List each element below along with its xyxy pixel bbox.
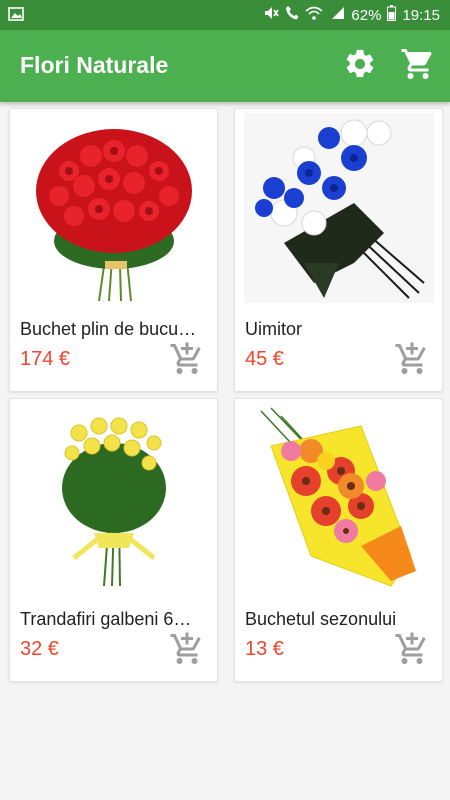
gear-icon (343, 47, 377, 86)
add-to-cart-button[interactable] (394, 631, 430, 667)
product-card[interactable]: Buchet plin de bucu… 174 € (9, 108, 218, 392)
mute-icon (263, 5, 280, 25)
product-image-blue-roses[interactable] (235, 109, 442, 307)
add-to-cart-button[interactable] (169, 341, 205, 377)
battery-percent: 62% (351, 6, 382, 24)
product-name: Trandafiri galbeni 6… (20, 609, 192, 629)
settings-button[interactable] (340, 46, 380, 86)
app-bar: Flori Naturale (0, 30, 450, 102)
image-icon (8, 7, 24, 26)
add-to-cart-button[interactable] (394, 341, 430, 377)
product-price: 174 € (20, 348, 71, 370)
clock: 19:15 (402, 6, 440, 24)
cart-icon (400, 46, 436, 87)
status-bar: 62% 19:15 (0, 0, 450, 30)
product-card[interactable]: Trandafiri galbeni 6… 32 € (9, 398, 218, 682)
product-card[interactable]: Buchetul sezonului 13 € (234, 398, 443, 682)
cart-button[interactable] (398, 46, 438, 86)
app-title: Flori Naturale (20, 52, 169, 78)
product-price: 32 € (20, 638, 59, 660)
product-name: Buchetul sezonului (245, 609, 397, 629)
product-price: 13 € (245, 638, 284, 660)
product-image-gerbera-bouquet[interactable] (235, 399, 442, 597)
product-name: Uimitor (245, 319, 302, 339)
product-image-yellow-roses[interactable] (10, 399, 217, 597)
wifi-icon (305, 6, 323, 24)
signal-icon (329, 6, 345, 24)
product-price: 45 € (245, 348, 284, 370)
product-image-red-roses[interactable] (10, 109, 217, 307)
call-icon (285, 5, 299, 25)
battery-icon (387, 5, 397, 25)
add-to-cart-button[interactable] (169, 631, 205, 667)
product-name: Buchet plin de bucu… (20, 319, 197, 339)
product-card[interactable]: Uimitor 45 € (234, 108, 443, 392)
